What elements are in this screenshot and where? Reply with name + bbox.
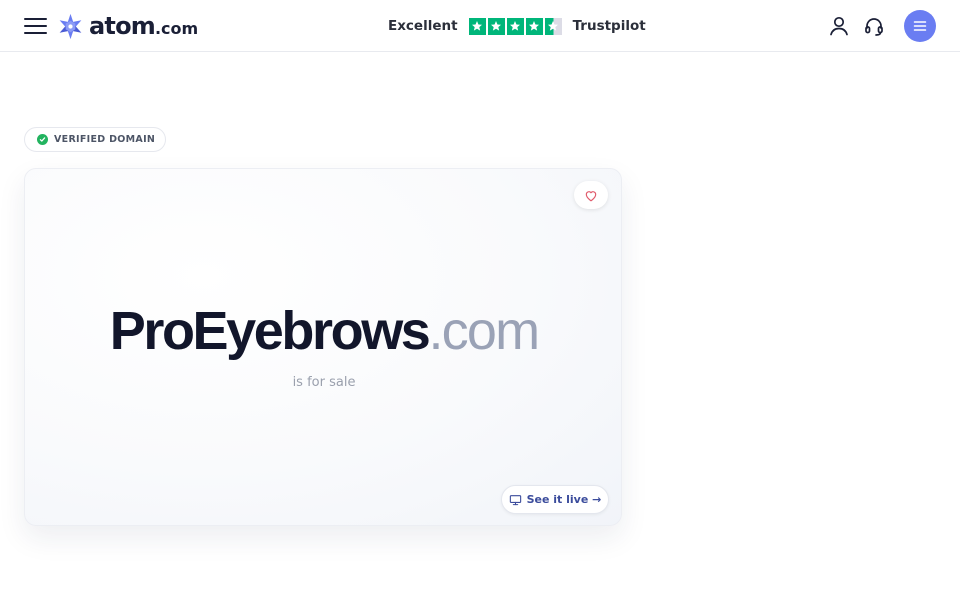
- trustpilot-rating-word: Excellent: [388, 18, 458, 34]
- hamburger-menu-icon[interactable]: [24, 16, 47, 36]
- trustpilot-stars: [468, 17, 562, 35]
- atom-logo-icon: [59, 13, 82, 39]
- trustpilot-brand: Trustpilot: [572, 18, 646, 34]
- see-it-live-label: See it live →: [526, 493, 602, 506]
- for-sale-subtitle: is for sale: [292, 375, 356, 390]
- check-circle-icon: [37, 134, 48, 145]
- domain-tld: .com: [428, 301, 540, 361]
- heart-icon: [585, 190, 597, 201]
- headset-support-icon[interactable]: [862, 14, 886, 38]
- monitor-icon: [509, 494, 521, 505]
- atom-logo[interactable]: atom .com: [56, 11, 198, 41]
- arrow-right-icon: →: [592, 493, 602, 506]
- verified-domain-label: VERIFIED DOMAIN: [54, 134, 156, 145]
- menu-lines-icon: [913, 21, 927, 31]
- logo-word: atom: [89, 12, 156, 40]
- star-icon: [468, 17, 486, 35]
- user-icon[interactable]: [827, 14, 851, 38]
- see-it-live-button[interactable]: See it live →: [501, 485, 609, 514]
- domain-card: ProEyebrows.com is for sale See it live …: [24, 168, 622, 526]
- favorite-button[interactable]: [574, 181, 608, 209]
- domain-title: ProEyebrows.com: [25, 304, 623, 358]
- menu-lines-button[interactable]: [904, 10, 936, 42]
- logo-tld: .com: [154, 18, 199, 38]
- half-star-icon: [544, 17, 562, 35]
- star-icon: [525, 17, 543, 35]
- domain-name: ProEyebrows: [109, 301, 431, 361]
- star-icon: [506, 17, 524, 35]
- verified-domain-badge: VERIFIED DOMAIN: [24, 127, 167, 152]
- star-icon: [487, 17, 505, 35]
- trustpilot-rating[interactable]: Excellent Trustpilot: [388, 15, 646, 37]
- top-header: atom .com Excellent Trustpilot: [0, 0, 960, 52]
